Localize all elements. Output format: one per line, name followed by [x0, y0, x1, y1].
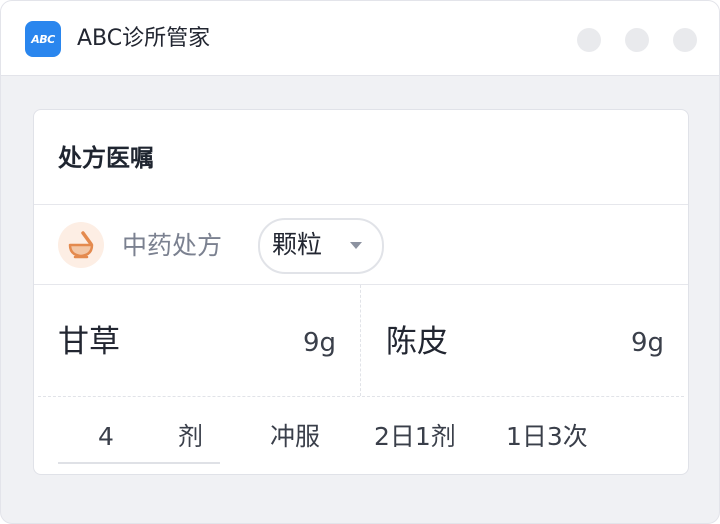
prescription-type-label: 中药处方: [122, 231, 223, 260]
herb-amount[interactable]: 9g: [624, 326, 664, 360]
app-title: ABC诊所管家: [77, 26, 211, 51]
herb-amount[interactable]: 9g: [296, 326, 336, 360]
divider: [34, 284, 688, 285]
app-logo: ABC: [25, 21, 61, 57]
title-bar: ABC ABC诊所管家: [1, 1, 719, 76]
minimize-button[interactable]: [577, 28, 601, 52]
divider: [360, 285, 361, 396]
usage-method[interactable]: 冲服: [270, 420, 320, 454]
close-button[interactable]: [673, 28, 697, 52]
dose-count-input[interactable]: 4 剂: [58, 414, 220, 464]
chevron-down-icon: [350, 242, 362, 249]
herb-name[interactable]: 甘草: [58, 322, 120, 362]
dosage-form-select[interactable]: 颗粒: [258, 218, 384, 274]
herb-name[interactable]: 陈皮: [386, 322, 448, 362]
dosage-form-value: 颗粒: [272, 230, 323, 259]
divider: [34, 204, 688, 205]
divider: [38, 396, 684, 397]
card-title: 处方医嘱: [58, 144, 154, 172]
app-window: ABC ABC诊所管家 处方医嘱 中药处方 颗粒 甘草 9g 陈皮 9g 4 剂…: [0, 0, 720, 524]
prescription-card: 处方医嘱 中药处方 颗粒 甘草 9g 陈皮 9g 4 剂 冲服 2日1剂 1日3…: [33, 109, 689, 475]
dose-unit-label: 剂: [178, 422, 204, 451]
mortar-pestle-icon: [58, 222, 104, 268]
maximize-button[interactable]: [625, 28, 649, 52]
dose-count-value: 4: [98, 422, 114, 451]
usage-frequency[interactable]: 2日1剂: [374, 420, 456, 454]
usage-times-per-day[interactable]: 1日3次: [506, 420, 588, 454]
